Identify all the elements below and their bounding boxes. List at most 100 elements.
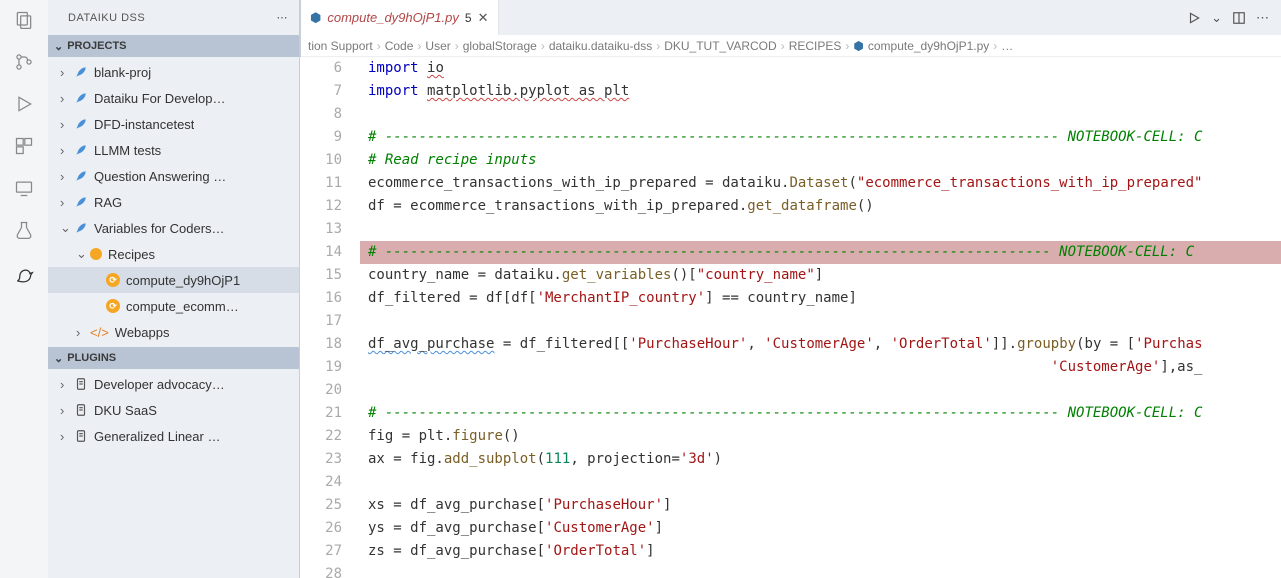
run-icon[interactable] <box>1187 11 1201 25</box>
code-line[interactable]: import io <box>360 57 1281 80</box>
tree-item[interactable]: ›RAG <box>48 189 300 215</box>
python-recipe-icon: ⟳ <box>106 299 120 313</box>
chevron-down-icon: ⌄ <box>54 40 63 53</box>
tree-item[interactable]: ›Question Answering … <box>48 163 300 189</box>
run-debug-icon[interactable] <box>12 92 36 116</box>
tree-item[interactable]: ›Generalized Linear … <box>48 423 300 449</box>
close-icon[interactable]: ✕ <box>478 10 489 26</box>
feather-icon <box>74 91 88 105</box>
tree-item-label: DKU SaaS <box>94 403 157 418</box>
chevron-icon: › <box>60 117 74 132</box>
tree-item[interactable]: ⟳compute_dy9hOjP1 <box>48 267 300 293</box>
code-body[interactable]: import ioimport matplotlib.pyplot as plt… <box>360 57 1281 578</box>
code-line[interactable]: # --------------------------------------… <box>360 402 1281 425</box>
code-line[interactable]: df_avg_purchase = df_filtered[['Purchase… <box>360 333 1281 356</box>
line-number: 27 <box>300 540 342 563</box>
sidebar-more-icon[interactable]: ⋯ <box>277 11 289 24</box>
line-number: 8 <box>300 103 342 126</box>
tab-bar: ⬢ compute_dy9hOjP1.py 5 ✕ ⌄ ⋯ <box>300 0 1281 35</box>
tree-item[interactable]: ›LLMM tests <box>48 137 300 163</box>
breadcrumb-item[interactable]: DKU_TUT_VARCOD <box>664 39 776 53</box>
tab-active[interactable]: ⬢ compute_dy9hOjP1.py 5 ✕ <box>300 0 499 35</box>
projects-tree: ›blank-proj›Dataiku For Develop…›DFD-ins… <box>48 57 300 347</box>
activity-bar <box>0 0 48 578</box>
code-line[interactable] <box>360 218 1281 241</box>
code-line[interactable] <box>360 563 1281 578</box>
section-projects[interactable]: ⌄ PROJECTS <box>48 35 300 57</box>
tab-more-icon[interactable]: ⋯ <box>1256 10 1269 26</box>
code-line[interactable]: # Read recipe inputs <box>360 149 1281 172</box>
tree-item-label: Webapps <box>115 325 170 340</box>
line-number: 21 <box>300 402 342 425</box>
code-line[interactable]: df_filtered = df[df['MerchantIP_country'… <box>360 287 1281 310</box>
feather-icon <box>74 169 88 183</box>
code-line[interactable]: fig = plt.figure() <box>360 425 1281 448</box>
run-dropdown-icon[interactable]: ⌄ <box>1211 10 1222 26</box>
tree-item[interactable]: ⌄Recipes <box>48 241 300 267</box>
tree-item[interactable]: ›</>Webapps <box>48 319 300 345</box>
breadcrumb-sep: › <box>417 39 421 53</box>
breadcrumb: tion Support›Code›User›globalStorage›dat… <box>300 35 1281 57</box>
chevron-icon: › <box>60 195 74 210</box>
extensions-icon[interactable] <box>12 134 36 158</box>
code-line[interactable]: ecommerce_transactions_with_ip_prepared … <box>360 172 1281 195</box>
breadcrumb-sep: › <box>845 39 849 53</box>
split-editor-icon[interactable] <box>1232 11 1246 25</box>
line-number: 9 <box>300 126 342 149</box>
code-line[interactable] <box>360 103 1281 126</box>
remote-icon[interactable] <box>12 176 36 200</box>
feather-icon <box>74 221 88 235</box>
code-line[interactable]: 'CustomerAge'],as_ <box>360 356 1281 379</box>
testing-icon[interactable] <box>12 218 36 242</box>
python-recipe-icon: ⟳ <box>106 273 120 287</box>
sidebar: DATAIKU DSS ⋯ ⌄ PROJECTS ›blank-proj›Dat… <box>48 0 300 578</box>
feather-icon <box>74 65 88 79</box>
code-editor[interactable]: 6789101112131415161718192021222324252627… <box>300 57 1281 578</box>
line-number: 12 <box>300 195 342 218</box>
code-line[interactable]: # --------------------------------------… <box>360 241 1281 264</box>
plugin-icon <box>74 377 88 391</box>
explorer-icon[interactable] <box>12 8 36 32</box>
line-number: 18 <box>300 333 342 356</box>
breadcrumb-item[interactable]: … <box>1001 39 1013 53</box>
chevron-icon: › <box>60 403 74 418</box>
tree-item[interactable]: ›Dataiku For Develop… <box>48 85 300 111</box>
breadcrumb-item[interactable]: tion Support <box>308 39 373 53</box>
tree-item[interactable]: ›DFD-instancetest <box>48 111 300 137</box>
code-line[interactable]: country_name = dataiku.get_variables()["… <box>360 264 1281 287</box>
tree-item[interactable]: ›Developer advocacy… <box>48 371 300 397</box>
breadcrumb-sep: › <box>781 39 785 53</box>
code-line[interactable]: zs = df_avg_purchase['OrderTotal'] <box>360 540 1281 563</box>
tree-item[interactable]: ⟳compute_ecomm… <box>48 293 300 319</box>
code-line[interactable] <box>360 471 1281 494</box>
code-line[interactable]: ys = df_avg_purchase['CustomerAge'] <box>360 517 1281 540</box>
code-line[interactable]: df = ecommerce_transactions_with_ip_prep… <box>360 195 1281 218</box>
tree-item[interactable]: ›blank-proj <box>48 59 300 85</box>
breadcrumb-sep: › <box>455 39 459 53</box>
tree-item[interactable]: › DKU SaaS <box>48 397 300 423</box>
breadcrumb-item[interactable]: RECIPES <box>789 39 842 53</box>
breadcrumb-sep: › <box>993 39 997 53</box>
tree-item[interactable]: ⌄Variables for Coders… <box>48 215 300 241</box>
code-line[interactable]: # --------------------------------------… <box>360 126 1281 149</box>
source-control-icon[interactable] <box>12 50 36 74</box>
code-line[interactable]: xs = df_avg_purchase['PurchaseHour'] <box>360 494 1281 517</box>
code-line[interactable]: ax = fig.add_subplot(111, projection='3d… <box>360 448 1281 471</box>
feather-icon <box>74 195 88 209</box>
tree-item-label: Generalized Linear … <box>94 429 220 444</box>
breadcrumb-item[interactable]: dataiku.dataiku-dss <box>549 39 652 53</box>
code-line[interactable] <box>360 379 1281 402</box>
chevron-icon: › <box>60 169 74 184</box>
breadcrumb-item[interactable]: User <box>425 39 450 53</box>
breadcrumb-item[interactable]: Code <box>385 39 414 53</box>
dataiku-icon[interactable] <box>12 264 36 288</box>
breadcrumb-item[interactable]: globalStorage <box>463 39 537 53</box>
sidebar-header: DATAIKU DSS ⋯ <box>48 0 300 35</box>
breadcrumb-item[interactable]: ⬢compute_dy9hOjP1.py <box>853 39 989 53</box>
code-line[interactable] <box>360 310 1281 333</box>
section-plugins[interactable]: ⌄ PLUGINS <box>48 347 300 369</box>
plugin-icon <box>74 403 88 417</box>
code-line[interactable]: import matplotlib.pyplot as plt <box>360 80 1281 103</box>
code-tag-icon: </> <box>90 325 109 340</box>
line-number: 23 <box>300 448 342 471</box>
